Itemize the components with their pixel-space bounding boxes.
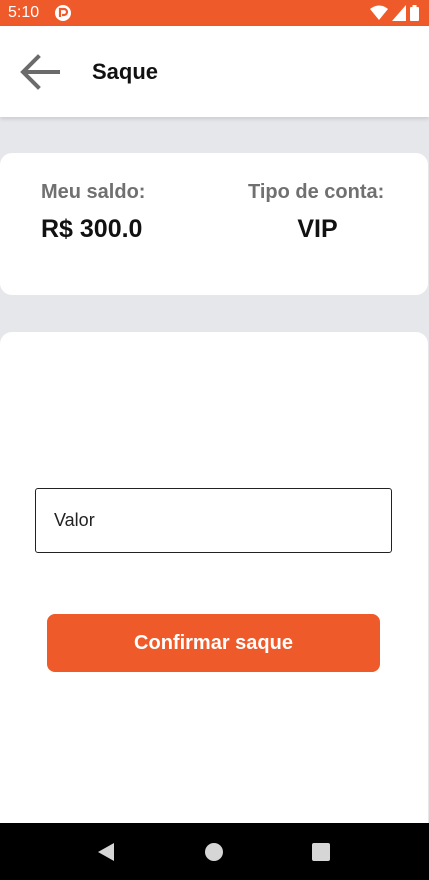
withdraw-form-card: Confirmar saque <box>0 332 428 823</box>
account-type-label: Tipo de conta: <box>248 181 385 203</box>
status-icons <box>370 4 419 22</box>
home-circle-icon <box>205 843 223 861</box>
balance-card: Meu saldo: R$ 300.0 Tipo de conta: VIP <box>0 153 428 295</box>
battery-icon <box>410 5 419 21</box>
back-button[interactable] <box>14 48 66 96</box>
status-bar: 5:10 <box>0 0 429 26</box>
recents-square-icon <box>312 843 330 861</box>
page-title: Saque <box>92 59 159 84</box>
amount-input[interactable] <box>35 488 392 553</box>
back-triangle-icon <box>98 843 114 861</box>
system-nav-bar <box>0 823 429 880</box>
arrow-left-icon <box>20 54 60 90</box>
account-type-value: VIP <box>297 215 338 243</box>
wifi-icon <box>370 5 388 20</box>
balance-label: Meu saldo: <box>41 181 146 203</box>
balance-value: R$ 300.0 <box>41 215 143 243</box>
nav-home-button[interactable] <box>202 840 226 864</box>
cellular-signal-icon <box>392 5 406 21</box>
nav-recents-button[interactable] <box>309 840 333 864</box>
app-bar: Saque <box>0 26 429 117</box>
notification-app-icon <box>55 5 71 21</box>
nav-back-button[interactable] <box>94 840 118 864</box>
status-time: 5:10 <box>8 4 40 21</box>
confirm-withdraw-button[interactable]: Confirmar saque <box>47 614 380 672</box>
